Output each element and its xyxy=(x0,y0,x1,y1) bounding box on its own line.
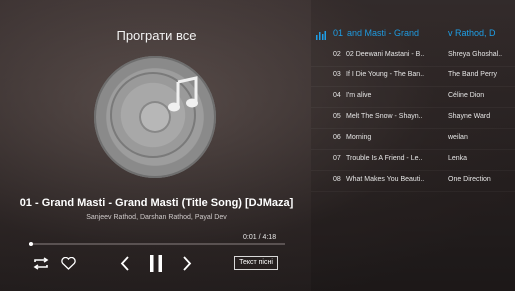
now-playing-panel: Програти все 01 - Grand Masti - Grand Ma… xyxy=(0,0,310,291)
track-artist: The Band Perry xyxy=(448,71,498,78)
playlist-panel: 01 and Masti - Grand v Rathod, D 02 02 D… xyxy=(311,0,515,291)
current-track-number: 01 xyxy=(333,28,344,38)
track-number: 03 xyxy=(333,71,341,78)
pause-icon[interactable] xyxy=(149,255,163,272)
playlist-item[interactable]: 06 Morning weilan xyxy=(311,127,515,150)
track-title: 02 Deewani Mastani - B.. xyxy=(346,51,425,58)
progress-bar[interactable] xyxy=(29,242,285,246)
track-number: 06 xyxy=(333,134,341,141)
track-title: Melt The Snow - Shayn.. xyxy=(346,113,423,120)
playlist-item[interactable]: 03 If I Die Young - The Ban.. The Band P… xyxy=(311,64,515,87)
music-player-screen: Програти все 01 - Grand Masti - Grand Ma… xyxy=(0,0,515,291)
track-title: I'm alive xyxy=(346,92,372,99)
track-artist: Lenka xyxy=(448,155,468,162)
equalizer-bars-icon xyxy=(316,31,326,40)
current-track-title: and Masti - Grand xyxy=(347,28,420,38)
playlist-item[interactable]: 05 Melt The Snow - Shayn.. Shayne Ward xyxy=(311,106,515,129)
playlist-item[interactable]: 08 What Makes You Beauti.. One Direction xyxy=(311,169,515,192)
track-title: If I Die Young - The Ban.. xyxy=(346,71,425,78)
next-icon[interactable] xyxy=(182,256,192,271)
track-artist: Céline Dion xyxy=(448,92,485,99)
track-number: 05 xyxy=(333,113,341,120)
lyrics-button[interactable]: Текст пісні xyxy=(234,256,278,270)
track-title: Trouble Is A Friend - Le.. xyxy=(346,155,423,162)
song-title: 01 - Grand Masti - Grand Masti (Title So… xyxy=(19,197,294,209)
playlist-current-row[interactable]: 01 and Masti - Grand v Rathod, D xyxy=(311,28,515,42)
track-title: What Makes You Beauti.. xyxy=(346,176,425,183)
song-artist: Sanjeev Rathod, Darshan Rathod, Payal De… xyxy=(86,214,227,221)
previous-icon[interactable] xyxy=(120,256,130,271)
track-artist: Shreya Ghoshal.. xyxy=(448,51,503,58)
playlist-item[interactable]: 04 I'm alive Céline Dion xyxy=(311,85,515,108)
play-all-button[interactable]: Програти все xyxy=(0,28,313,43)
track-number: 02 xyxy=(333,51,341,58)
album-art xyxy=(94,56,216,178)
current-track-artist: v Rathod, D xyxy=(448,28,496,38)
progress-knob[interactable] xyxy=(29,242,33,246)
track-title: Morning xyxy=(346,134,372,141)
heart-icon[interactable] xyxy=(61,257,76,270)
playlist-item[interactable]: 07 Trouble Is A Friend - Le.. Lenka xyxy=(311,148,515,171)
track-artist: One Direction xyxy=(448,176,491,183)
music-note-icon xyxy=(168,76,198,112)
track-artist: Shayne Ward xyxy=(448,113,491,120)
playback-time: 0:01 / 4:18 xyxy=(243,234,277,241)
track-number: 07 xyxy=(333,155,341,162)
track-number: 08 xyxy=(333,176,341,183)
track-artist: weilan xyxy=(448,134,468,141)
repeat-icon[interactable] xyxy=(33,257,49,270)
track-number: 04 xyxy=(333,92,341,99)
